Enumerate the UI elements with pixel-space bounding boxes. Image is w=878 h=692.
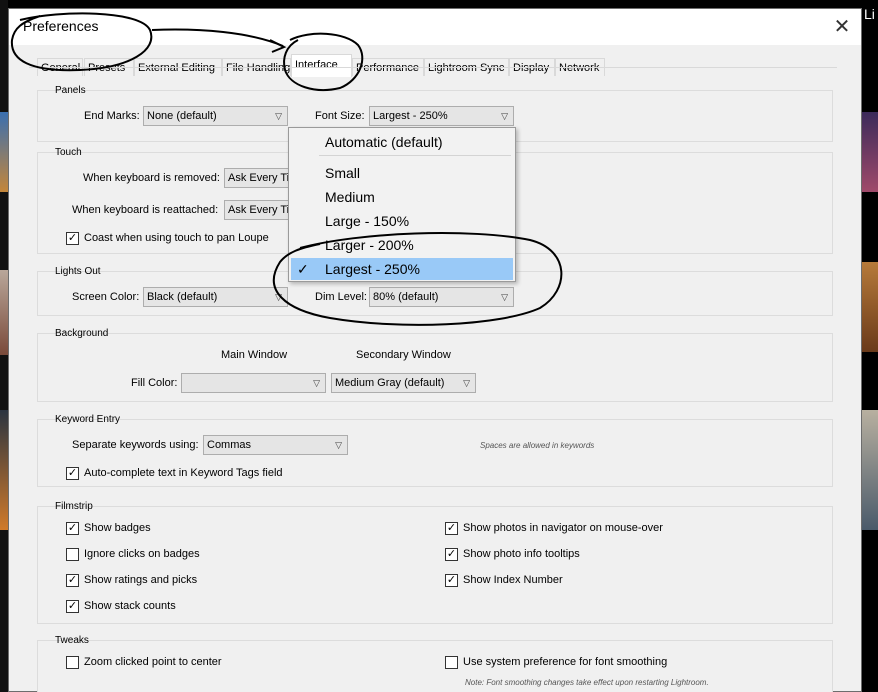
tweaks-group-title: Tweaks <box>55 635 89 646</box>
dim-level-label: Dim Level: <box>315 291 367 303</box>
touch-group-title: Touch <box>55 147 82 158</box>
show-navigator-photos-label: Show photos in navigator on mouse-over <box>463 522 663 534</box>
keyboard-removed-select[interactable]: Ask Every Tir <box>224 168 290 188</box>
option-label: Large - 150% <box>325 213 410 229</box>
dialog-title: Preferences <box>23 18 99 34</box>
secondary-fill-value: Medium Gray (default) <box>335 377 445 389</box>
show-info-tooltips-label: Show photo info tooltips <box>463 548 580 560</box>
ignore-clicks-label: Ignore clicks on badges <box>84 548 200 560</box>
ignore-clicks-checkbox[interactable] <box>66 548 79 561</box>
tab-interface[interactable]: Interface <box>291 54 352 77</box>
font-smoothing-label: Use system preference for font smoothing <box>463 656 668 668</box>
chevron-down-icon: ▽ <box>463 378 470 388</box>
show-stack-counts-label: Show stack counts <box>84 600 176 612</box>
coast-checkbox[interactable]: ✓ <box>66 232 79 245</box>
keyboard-reattached-select[interactable]: Ask Every Tir <box>224 200 290 220</box>
font-size-option-larger[interactable]: Larger - 200% <box>291 234 513 256</box>
background-thumbnail <box>0 270 8 355</box>
title-bar: Preferences ✕ <box>9 9 861 45</box>
show-index-number-checkbox[interactable]: ✓ <box>445 574 458 587</box>
chevron-down-icon: ▽ <box>275 292 282 302</box>
keyboard-reattached-label: When keyboard is reattached: <box>72 204 219 216</box>
menu-separator <box>319 155 511 156</box>
panels-group-title: Panels <box>55 85 86 96</box>
background-thumbnail <box>0 112 8 192</box>
end-marks-select[interactable]: None (default) ▽ <box>143 106 288 126</box>
autocomplete-label: Auto-complete text in Keyword Tags field <box>84 467 283 479</box>
font-size-dropdown-menu: Automatic (default) Small Medium Large -… <box>288 127 516 282</box>
background-app-title: Li <box>864 6 875 22</box>
option-label: Larger - 200% <box>325 237 414 253</box>
keyboard-reattached-value: Ask Every Tir <box>228 204 290 216</box>
background-thumbnail <box>862 410 878 530</box>
main-window-label: Main Window <box>221 349 288 361</box>
background-thumbnail <box>0 410 8 530</box>
option-label: Largest - 250% <box>325 261 420 277</box>
font-size-value: Largest - 250% <box>373 110 448 122</box>
font-size-option-large[interactable]: Large - 150% <box>291 210 513 232</box>
background-thumbnail <box>862 262 878 352</box>
secondary-window-label: Secondary Window <box>356 349 451 361</box>
separate-keywords-value: Commas <box>207 439 252 451</box>
main-fill-color-select[interactable]: ▽ <box>181 373 326 393</box>
lights-out-group-title: Lights Out <box>55 266 101 277</box>
font-smoothing-note: Note: Font smoothing changes take effect… <box>465 678 709 687</box>
chevron-down-icon: ▽ <box>313 378 320 388</box>
chevron-down-icon: ▽ <box>501 292 508 302</box>
keyboard-removed-value: Ask Every Tir <box>228 172 290 184</box>
end-marks-value: None (default) <box>147 110 217 122</box>
keyword-entry-group-title: Keyword Entry <box>55 414 121 425</box>
show-badges-label: Show badges <box>84 522 151 534</box>
tab-divider <box>29 67 837 68</box>
font-size-option-automatic[interactable]: Automatic (default) <box>291 131 513 153</box>
show-navigator-photos-checkbox[interactable]: ✓ <box>445 522 458 535</box>
zoom-center-label: Zoom clicked point to center <box>84 656 222 668</box>
font-size-label: Font Size: <box>315 110 365 122</box>
show-ratings-checkbox[interactable]: ✓ <box>66 574 79 587</box>
close-icon[interactable]: ✕ <box>827 13 857 41</box>
show-index-number-label: Show Index Number <box>463 574 563 586</box>
screen-color-label: Screen Color: <box>72 291 140 303</box>
font-size-option-largest[interactable]: ✓ Largest - 250% <box>291 258 513 280</box>
background-group-title: Background <box>55 328 109 339</box>
dim-level-select[interactable]: 80% (default) ▽ <box>369 287 514 307</box>
option-label: Medium <box>325 189 375 205</box>
font-size-select[interactable]: Largest - 250% ▽ <box>369 106 514 126</box>
checkmark-icon: ✓ <box>297 261 309 277</box>
font-size-option-small[interactable]: Small <box>291 162 513 184</box>
autocomplete-checkbox[interactable]: ✓ <box>66 467 79 480</box>
show-info-tooltips-checkbox[interactable]: ✓ <box>445 548 458 561</box>
option-label: Automatic (default) <box>325 134 443 150</box>
fill-color-label: Fill Color: <box>131 377 178 389</box>
screen-color-select[interactable]: Black (default) ▽ <box>143 287 288 307</box>
coast-label: Coast when using touch to pan Loupe <box>84 232 269 244</box>
chevron-down-icon: ▽ <box>501 111 508 121</box>
filmstrip-group-title: Filmstrip <box>55 501 93 512</box>
show-badges-checkbox[interactable]: ✓ <box>66 522 79 535</box>
dim-level-value: 80% (default) <box>373 291 439 303</box>
background-thumbnail <box>862 112 878 192</box>
zoom-center-checkbox[interactable] <box>66 656 79 669</box>
end-marks-label: End Marks: <box>84 110 140 122</box>
option-label: Small <box>325 165 361 181</box>
chevron-down-icon: ▽ <box>275 111 282 121</box>
secondary-fill-color-select[interactable]: Medium Gray (default) ▽ <box>331 373 476 393</box>
show-ratings-label: Show ratings and picks <box>84 574 198 586</box>
chevron-down-icon: ▽ <box>335 440 342 450</box>
keyboard-removed-label: When keyboard is removed: <box>83 172 220 184</box>
show-stack-counts-checkbox[interactable]: ✓ <box>66 600 79 613</box>
separate-keywords-select[interactable]: Commas ▽ <box>203 435 348 455</box>
font-smoothing-checkbox[interactable] <box>445 656 458 669</box>
font-size-option-medium[interactable]: Medium <box>291 186 513 208</box>
spaces-note: Spaces are allowed in keywords <box>480 441 595 450</box>
separate-keywords-label: Separate keywords using: <box>72 439 199 451</box>
screen-color-value: Black (default) <box>147 291 218 303</box>
